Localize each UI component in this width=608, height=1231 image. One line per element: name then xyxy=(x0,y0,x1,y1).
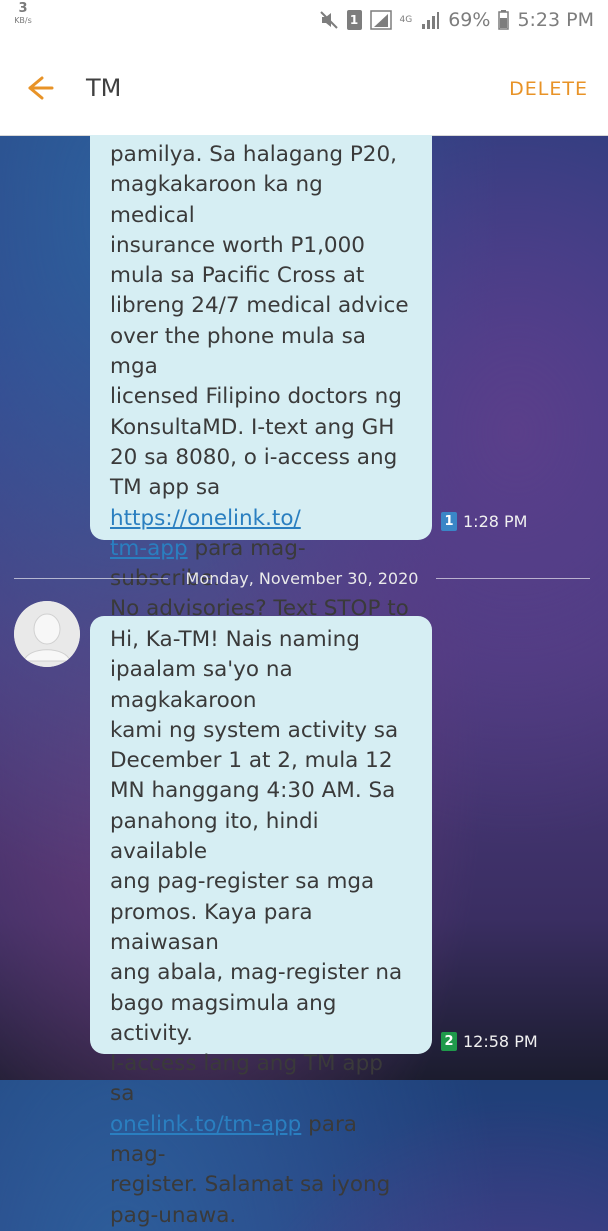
divider xyxy=(14,577,168,579)
message-bubble[interactable]: Hi, Ka-TM! Nais naming ipaalam sa'yo na … xyxy=(90,616,432,1228)
signal-icon xyxy=(420,10,440,30)
message-meta: 2 12:58 PM xyxy=(441,1032,538,1051)
message-time: 12:58 PM xyxy=(463,1032,538,1051)
status-icons: 1 4G 69% 5:23 PM xyxy=(319,7,594,33)
divider xyxy=(436,577,590,579)
conversation-title: TM xyxy=(86,74,122,102)
signal-icon xyxy=(369,10,392,30)
back-arrow-icon[interactable] xyxy=(24,72,56,104)
message-link[interactable]: onelink.to/tm-app xyxy=(110,1112,301,1137)
message-text: pamilya. Sa halagang P20, magkakaroon ka… xyxy=(110,142,409,501)
sim-1-icon: 1 xyxy=(346,10,362,30)
delete-button[interactable]: DELETE xyxy=(509,78,588,100)
network-speed-unit: KB/s xyxy=(14,16,32,25)
message-meta: 1 1:28 PM xyxy=(441,512,527,531)
status-time: 5:23 PM xyxy=(517,9,594,31)
date-separator: Monday, November 30, 2020 xyxy=(0,566,608,590)
network-speed: 3 KB/s xyxy=(10,1,36,26)
sim-badge: 2 xyxy=(441,1032,457,1051)
default-avatar-icon xyxy=(14,601,80,667)
sim-badge: 1 xyxy=(441,512,457,531)
battery-icon xyxy=(498,10,510,30)
message-time: 1:28 PM xyxy=(463,512,528,531)
lte-icon: 4G xyxy=(399,14,413,25)
message-text: Hi, Ka-TM! Nais naming ipaalam sa'yo na … xyxy=(110,627,403,1107)
status-bar: 3 KB/s 1 4G 69% 5:23 PM xyxy=(0,0,608,40)
app-bar: TM DELETE xyxy=(0,40,608,136)
mute-icon xyxy=(319,10,339,30)
battery-percent: 69% xyxy=(448,9,491,31)
date-label: Monday, November 30, 2020 xyxy=(185,568,419,588)
network-type: 4G xyxy=(399,14,413,25)
contact-avatar[interactable] xyxy=(14,601,80,667)
network-speed-value: 3 xyxy=(18,1,28,16)
message-bubble[interactable]: pamilya. Sa halagang P20, magkakaroon ka… xyxy=(90,135,432,652)
